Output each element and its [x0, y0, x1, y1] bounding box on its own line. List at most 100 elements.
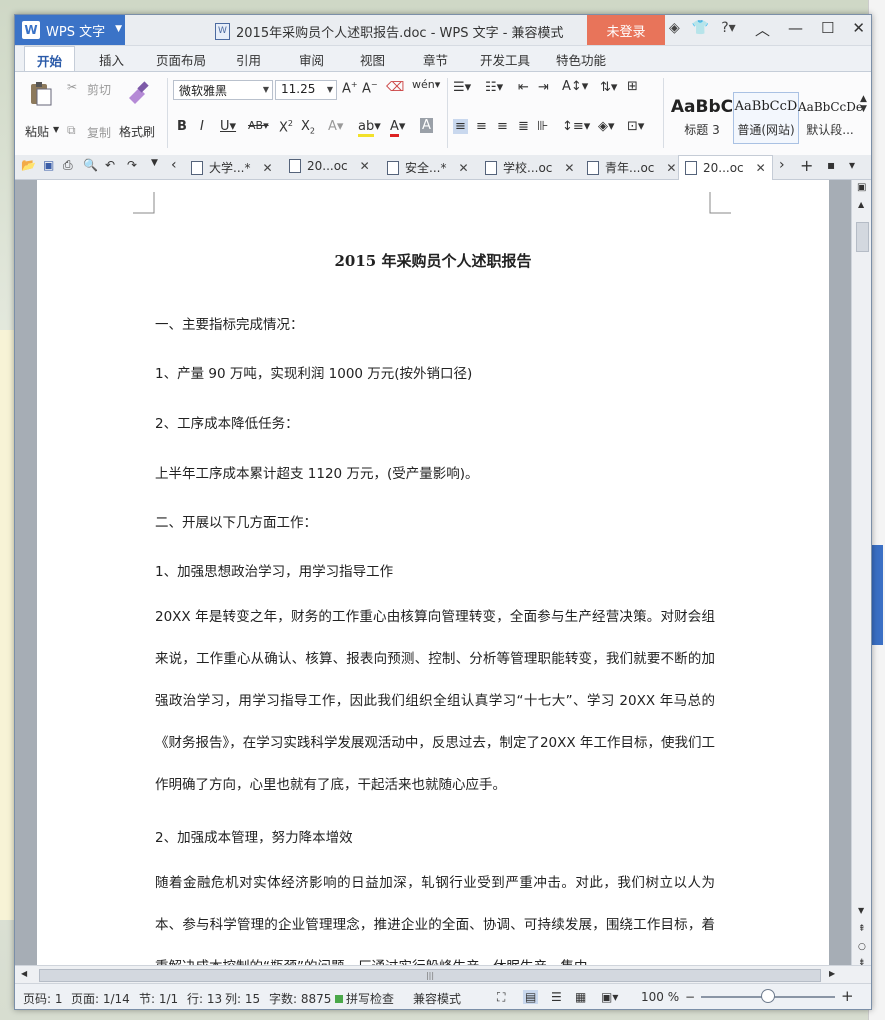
print-icon[interactable]: ⎙	[63, 158, 73, 173]
close-icon[interactable]: ✕	[852, 19, 865, 40]
spell-check-toggle[interactable]: 拼写检查	[335, 990, 394, 1007]
doc-tab-4[interactable]: 学校...oc ✕	[485, 159, 574, 176]
underline-icon[interactable]: U▾	[220, 119, 236, 134]
login-button[interactable]: 未登录	[587, 15, 665, 45]
font-size-select[interactable]: 11.25 ▼	[275, 80, 337, 100]
shrink-font-icon[interactable]: A−	[362, 80, 378, 96]
tab-special[interactable]: 特色功能	[556, 50, 606, 69]
decrease-indent-icon[interactable]: ⇤	[518, 80, 529, 95]
new-tab-icon[interactable]: +	[800, 156, 813, 175]
paste-icon[interactable]	[27, 80, 55, 106]
doc-tab-2[interactable]: 20...oc ✕	[289, 159, 370, 173]
text-effect-icon[interactable]: A▾	[328, 119, 343, 134]
bullet-list-icon[interactable]: ☰▾	[453, 80, 471, 95]
close-tab-icon[interactable]: ✕	[666, 161, 676, 175]
table-icon[interactable]: ⊞	[627, 79, 638, 94]
tab-insert[interactable]: 插入	[99, 50, 124, 69]
tab-page-layout[interactable]: 页面布局	[156, 50, 206, 69]
vertical-scroll-thumb[interactable]	[856, 222, 869, 252]
italic-icon[interactable]: I	[200, 119, 204, 134]
styles-scroll-icon[interactable]: ▲ ▼	[860, 94, 867, 114]
status-word-count[interactable]: 字数: 8875	[269, 990, 331, 1007]
tab-menu-icon[interactable]: ▾	[849, 158, 855, 172]
browse-object-icon[interactable]: ○	[858, 942, 866, 952]
close-tab-icon[interactable]: ✕	[756, 161, 766, 175]
style-heading3[interactable]: AaBbC 标题 3	[669, 92, 735, 144]
copy-button[interactable]: 复制	[87, 124, 111, 141]
horizontal-scroll-thumb[interactable]: |||	[39, 969, 821, 982]
close-tab-icon[interactable]: ✕	[564, 161, 574, 175]
grow-font-icon[interactable]: A+	[342, 80, 358, 96]
tabs-right-icon[interactable]: ›	[779, 157, 785, 173]
format-painter-icon[interactable]	[123, 80, 151, 106]
subscript-icon[interactable]: X2	[301, 119, 315, 136]
skin-icon[interactable]: ◈	[669, 20, 680, 36]
collapse-ribbon-icon[interactable]: ︿	[755, 19, 770, 40]
style-default-paragraph[interactable]: AaBbCcDe 默认段...	[797, 92, 863, 144]
shading-icon[interactable]: ◈▾	[598, 119, 615, 134]
vertical-scrollbar[interactable]: ▣ ▲ ▼ ⇞ ○ ⇟	[851, 180, 871, 968]
sort-icon[interactable]: ⇅▾	[600, 80, 617, 95]
tab-chapter[interactable]: 章节	[423, 50, 448, 69]
tab-developer[interactable]: 开发工具	[480, 50, 530, 69]
zoom-slider-handle[interactable]	[761, 989, 775, 1003]
font-color-icon[interactable]: A▾	[390, 119, 405, 137]
outline-view-icon[interactable]: ☰	[551, 990, 562, 1004]
align-right-icon[interactable]: ≡	[497, 119, 508, 134]
zoom-in-icon[interactable]: +	[841, 987, 854, 1005]
paste-dropdown-icon[interactable]: ▼	[53, 125, 59, 134]
open-icon[interactable]: 📂	[21, 158, 36, 172]
minimize-icon[interactable]: —	[788, 19, 803, 40]
scroll-left-icon[interactable]: ◀	[21, 969, 27, 978]
scroll-right-icon[interactable]: ▶	[829, 969, 835, 978]
help-icon[interactable]: ?▾	[721, 20, 735, 36]
char-shading-icon[interactable]: A	[420, 118, 433, 133]
increase-indent-icon[interactable]: ⇥	[538, 80, 549, 95]
doc-tab-5[interactable]: 青年...oc ✕	[587, 159, 676, 176]
strikethrough-icon[interactable]: AB▾	[248, 119, 269, 132]
horizontal-scrollbar[interactable]: ◀ ||| ▶	[15, 965, 871, 984]
redo-icon[interactable]: ↷	[127, 158, 137, 172]
superscript-icon[interactable]: X2	[279, 119, 293, 135]
print-preview-icon[interactable]: 🔍	[83, 158, 98, 172]
numbered-list-icon[interactable]: ☷▾	[485, 80, 503, 95]
close-tab-icon[interactable]: ✕	[360, 159, 370, 173]
style-normal-web[interactable]: AaBbCcD 普通(网站)	[733, 92, 799, 144]
close-tab-icon[interactable]: ✕	[458, 161, 468, 175]
cut-button[interactable]: 剪切	[87, 81, 111, 98]
undo-icon[interactable]: ↶	[105, 158, 115, 172]
border-icon[interactable]: ⊡▾	[627, 119, 644, 134]
doc-tab-1[interactable]: 大学...* ✕	[191, 159, 273, 176]
tabs-left-icon[interactable]: ‹	[171, 157, 177, 173]
bold-icon[interactable]: B	[177, 119, 187, 134]
distributed-icon[interactable]: ⊪	[537, 119, 548, 134]
align-center-icon[interactable]: ≡	[476, 119, 487, 134]
zoom-out-icon[interactable]: −	[685, 990, 695, 1004]
doc-tab-3[interactable]: 安全...* ✕	[387, 159, 469, 176]
web-view-icon[interactable]: ▦	[575, 990, 586, 1004]
save-icon[interactable]: ▣	[43, 158, 54, 172]
paste-button[interactable]: 粘贴	[25, 123, 49, 140]
ruler-toggle-icon[interactable]: ▣	[857, 182, 866, 193]
line-spacing-icon[interactable]: ↕≡▾	[562, 119, 590, 134]
format-painter-button[interactable]: 格式刷	[119, 123, 155, 140]
phonetic-icon[interactable]: wén▾	[412, 78, 440, 91]
highlight-icon[interactable]: ab▾	[358, 119, 381, 137]
doc-tab-active[interactable]: 20...oc ✕	[678, 155, 773, 182]
wps-app-button[interactable]: W WPS 文字 ▼	[15, 15, 125, 45]
chinese-layout-icon[interactable]: A↕▾	[562, 79, 588, 94]
tab-references[interactable]: 引用	[236, 50, 261, 69]
maximize-icon[interactable]: ☐	[821, 19, 834, 40]
scroll-down-icon[interactable]: ▼	[858, 906, 864, 915]
document-page[interactable]: 2015 年采购员个人述职报告 一、主要指标完成情况： 1、产量 90 万吨，实…	[37, 180, 829, 965]
prev-page-icon[interactable]: ⇞	[858, 924, 866, 934]
fullscreen-view-icon[interactable]: ⛶	[497, 990, 505, 1005]
quick-access-dropdown-icon[interactable]: ▼	[151, 158, 158, 168]
shirt-icon[interactable]: 👕	[692, 20, 709, 36]
clear-format-icon[interactable]: ⌫	[386, 80, 404, 95]
reading-view-icon[interactable]: ▣▾	[601, 990, 618, 1004]
close-tab-icon[interactable]: ✕	[262, 161, 272, 175]
tab-list-icon[interactable]: ▪	[827, 158, 835, 172]
scroll-up-icon[interactable]: ▲	[858, 200, 864, 209]
align-left-icon[interactable]: ≡	[453, 119, 468, 134]
